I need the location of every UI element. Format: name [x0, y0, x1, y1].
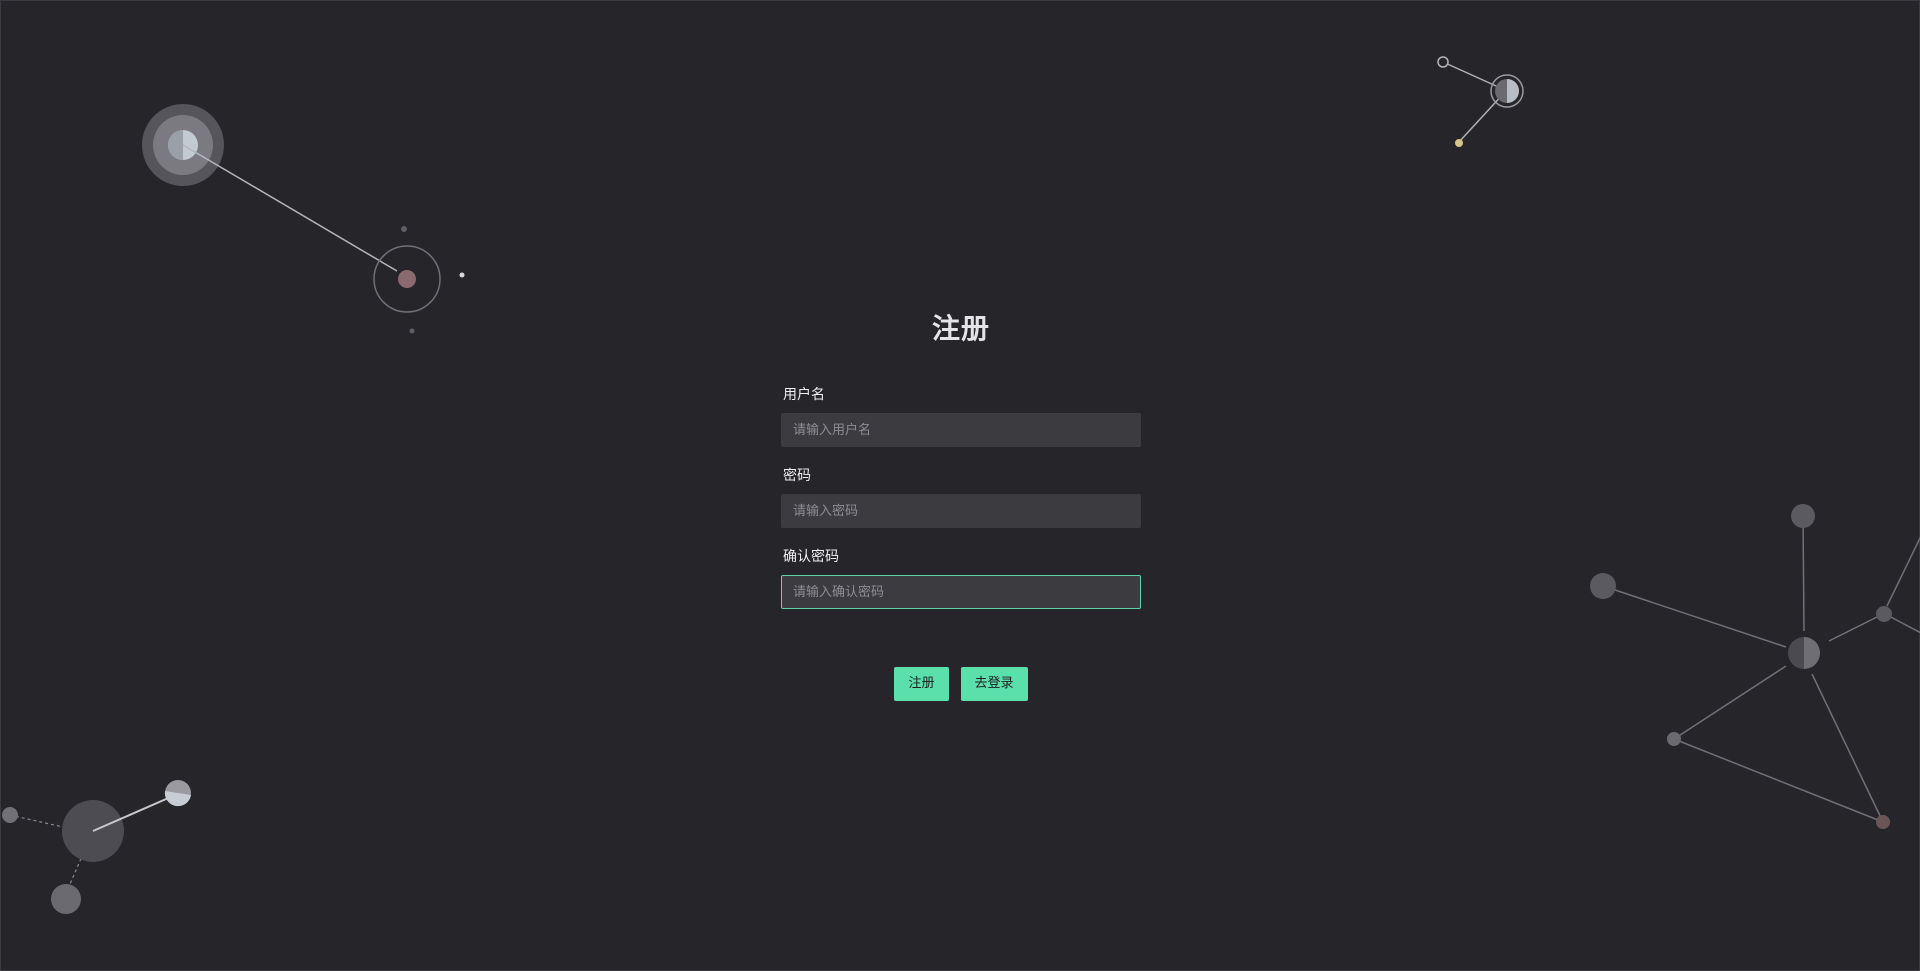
username-input[interactable]	[781, 413, 1141, 447]
register-page: 注册 用户名 密码 确认密码 注册 去登录	[0, 0, 1920, 971]
password-field-group: 密码	[781, 467, 1141, 528]
username-label: 用户名	[783, 387, 825, 403]
molecule-top-right	[1437, 56, 1524, 147]
register-button[interactable]: 注册	[894, 667, 949, 701]
register-form: 用户名 密码 确认密码	[781, 386, 1141, 629]
password-input[interactable]	[781, 494, 1141, 528]
password-label: 密码	[783, 468, 811, 484]
confirm-password-label: 确认密码	[783, 549, 839, 565]
page-title: 注册	[931, 312, 990, 345]
molecule-top-left	[142, 104, 465, 334]
username-field-group: 用户名	[781, 386, 1141, 447]
go-to-login-button[interactable]: 去登录	[960, 667, 1028, 701]
confirm-password-field-group: 确认密码	[781, 548, 1141, 609]
form-actions: 注册 去登录	[1, 667, 1920, 701]
molecule-bottom-left	[2, 780, 191, 914]
confirm-password-input[interactable]	[781, 575, 1141, 609]
